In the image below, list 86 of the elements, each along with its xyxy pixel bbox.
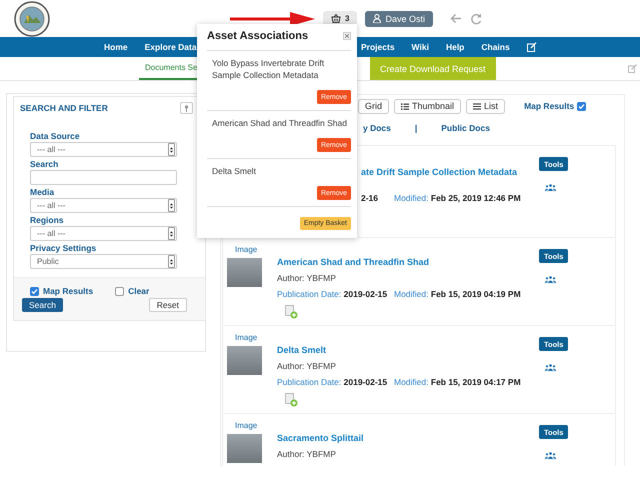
modified-label: Modified:	[394, 377, 428, 387]
nav-link[interactable]: Explore Data	[144, 42, 197, 52]
photo-placeholder	[227, 434, 262, 463]
dropdown-arrow-icon	[170, 258, 173, 264]
publication-date-value: 2019-02-15	[344, 289, 388, 299]
document-title-link[interactable]: ate Drift Sample Collection Metadata	[361, 167, 518, 177]
publication-date-value: 2-16	[361, 193, 378, 203]
edit-icon[interactable]	[526, 42, 537, 52]
map-results-label: Map Results	[524, 101, 574, 111]
dropdown-arrow-icon	[170, 202, 173, 208]
nav-link[interactable]: Projects	[361, 42, 395, 52]
document-title-link[interactable]: Delta Smelt	[277, 345, 326, 355]
tab-separator: |	[414, 123, 418, 133]
checkbox-label: Clear	[128, 286, 150, 296]
search-button[interactable]: Search	[22, 298, 63, 312]
view-button[interactable]: Grid	[358, 98, 390, 114]
publication-date-label: Publication Date:	[277, 289, 342, 299]
modified-value: Feb 15, 2019 04:17 PM	[430, 377, 521, 387]
nav-link[interactable]: Chains	[481, 42, 510, 52]
select-value: Public	[37, 257, 59, 266]
media-type-label: Image	[234, 421, 258, 430]
basket-icon	[331, 14, 341, 23]
field-label: Privacy Settings	[30, 243, 98, 254]
select-field[interactable]: Public	[30, 254, 177, 269]
modified-label: Modified:	[394, 289, 428, 299]
menu-icon	[473, 102, 482, 110]
select-value: --- all ---	[37, 201, 66, 210]
add-document-icon[interactable]	[285, 305, 298, 319]
close-button[interactable]	[343, 32, 351, 40]
document-title-link[interactable]: American Shad and Threadfin Shad	[277, 257, 430, 267]
docs-tab[interactable]: y Docs	[363, 123, 391, 133]
basket-item-name: Yolo Bypass Invertebrate Drift Sample Collection Metadata	[212, 57, 326, 81]
people-icon[interactable]	[545, 364, 556, 371]
user-button[interactable]: Dave Osti	[365, 10, 433, 26]
people-icon[interactable]	[545, 276, 556, 283]
map-results-checkbox[interactable]	[577, 102, 586, 110]
modified-value: Feb 15, 2019 04:19 PM	[430, 289, 521, 299]
pin-icon	[184, 104, 189, 112]
close-icon	[345, 34, 349, 38]
panel-title: SEARCH AND FILTER	[20, 103, 108, 113]
dropdown-arrow-icon	[170, 230, 173, 236]
basket-item-name: Delta Smelt	[212, 165, 257, 177]
modified-label: Modified:	[394, 193, 428, 203]
basket-item-name: American Shad and Threadfin Shad	[212, 117, 348, 129]
nav-link[interactable]: Wiki	[412, 42, 429, 52]
pin-button[interactable]	[180, 102, 193, 114]
add-document-icon[interactable]	[285, 393, 298, 407]
modified-value: Feb 25, 2019 12:46 PM	[430, 193, 521, 203]
select-field[interactable]: --- all ---	[30, 142, 177, 157]
nav-link[interactable]: Help	[446, 42, 464, 52]
reset-button[interactable]: Reset	[148, 298, 187, 312]
field-label: Search	[30, 159, 60, 170]
photo-placeholder	[227, 346, 262, 375]
view-button[interactable]: Thumbnail	[394, 98, 462, 114]
user-icon	[373, 14, 382, 23]
people-icon[interactable]	[545, 184, 556, 191]
author-text: Author: YBFMP	[277, 361, 336, 371]
checkbox[interactable]	[115, 286, 124, 296]
docs-tab[interactable]: Public Docs	[441, 123, 490, 133]
people-icon[interactable]	[545, 452, 556, 459]
seal-logo	[14, 0, 50, 36]
redo-icon[interactable]	[470, 12, 482, 24]
view-button[interactable]: List	[466, 98, 506, 114]
media-type-label: Image	[234, 245, 258, 254]
field-label: Media	[30, 187, 56, 198]
back-arrow-icon[interactable]	[450, 13, 462, 24]
select-field[interactable]: --- all ---	[30, 226, 177, 241]
author-text: Author: YBFMP	[277, 273, 336, 283]
field-label: Data Source	[30, 131, 81, 142]
select-value: --- all ---	[37, 145, 66, 154]
select-value: --- all ---	[37, 229, 66, 238]
checkbox[interactable]	[30, 286, 39, 296]
publication-date-value: 2019-02-15	[344, 377, 388, 387]
author-text: Author: YBFMP	[277, 449, 336, 459]
list-icon	[401, 102, 410, 110]
photo-placeholder	[227, 258, 262, 287]
document-title-link[interactable]: Sacramento Splittail	[277, 433, 364, 443]
dropdown-arrow-icon	[170, 146, 173, 152]
select-field[interactable]: --- all ---	[30, 198, 177, 213]
field-label: Regions	[30, 215, 65, 226]
search-input-field[interactable]	[30, 170, 177, 185]
popup-title: Asset Associations	[207, 30, 308, 42]
checkbox-label: Map Results	[43, 286, 94, 296]
publication-date-label: Publication Date:	[277, 377, 342, 387]
media-type-label: Image	[234, 333, 258, 342]
nav-link[interactable]: Home	[104, 42, 128, 52]
